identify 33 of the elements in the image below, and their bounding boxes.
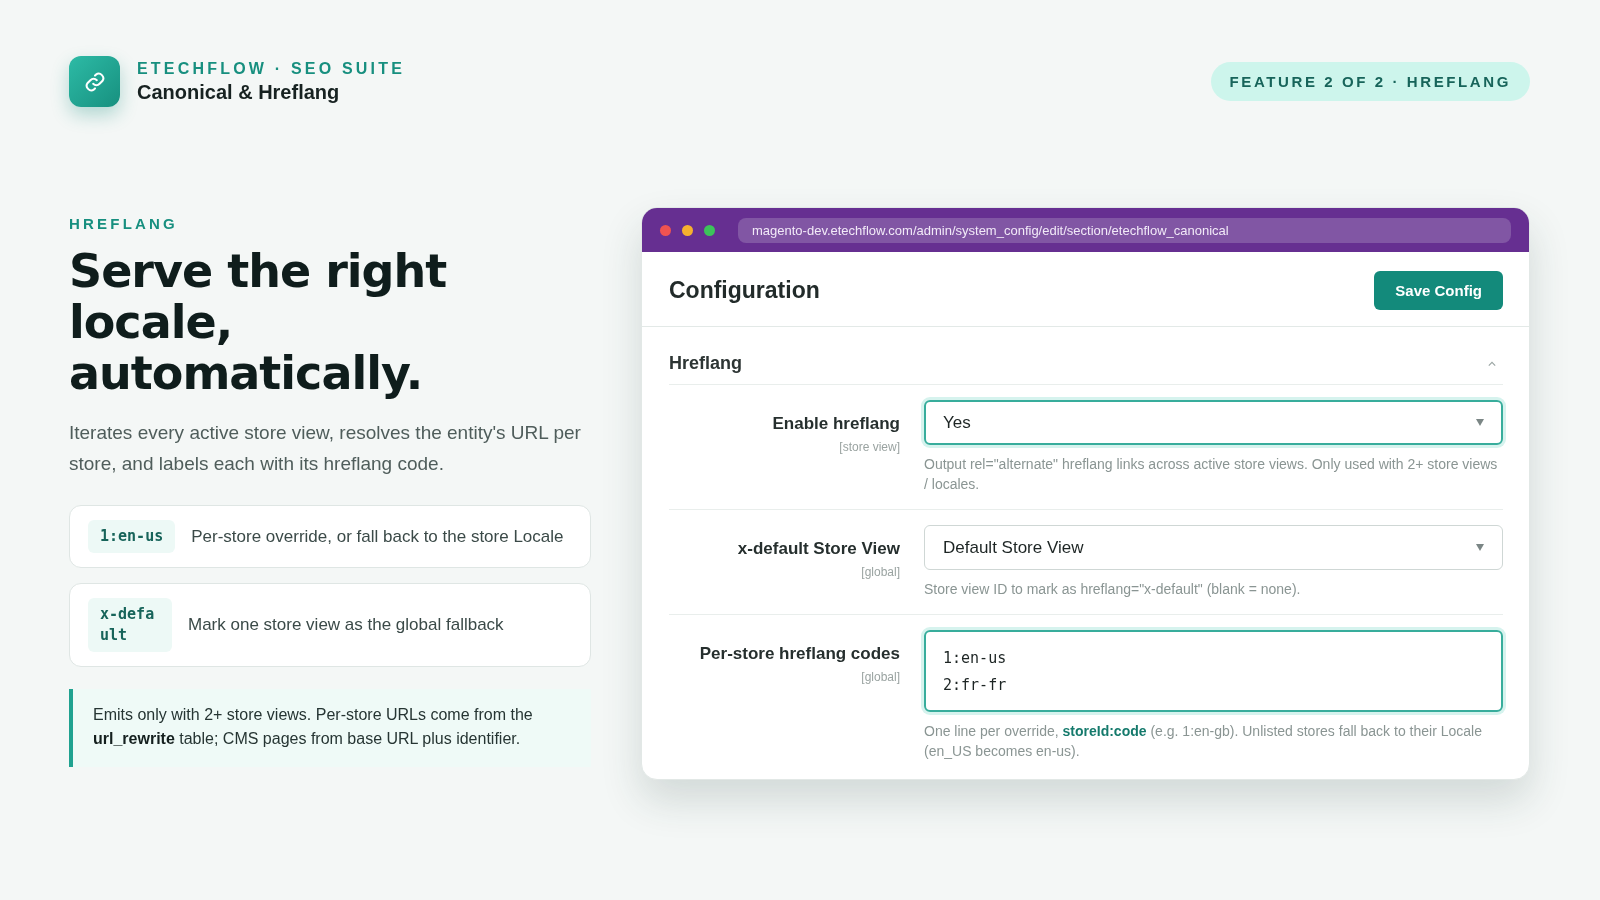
field-label: Per-store hreflang codes: [698, 644, 900, 664]
dropdown-field[interactable]: Yes: [924, 400, 1503, 445]
section-eyebrow: HREFLANG: [69, 215, 179, 232]
code-chip: x-default: [88, 598, 172, 652]
headline: Serve the right locale, automatically.: [69, 246, 448, 399]
point-text: Per-store override, or fall back to the store Locale: [191, 526, 564, 547]
caret-icon: [1476, 544, 1484, 551]
dropdown-field[interactable]: Default Store View: [924, 525, 1503, 570]
feature-badge: FEATURE 2 OF 2 · HREFLANG: [1210, 62, 1530, 101]
field-hint: Store view ID to mark as hreflang="x-default" (blank = none).: [924, 580, 1302, 599]
field-label: Enable hreflang: [771, 414, 900, 434]
window-control-dot[interactable]: [682, 224, 693, 236]
text-area[interactable]: 1:en-us 2:fr-fr: [924, 630, 1503, 712]
scope-label: [store view]: [838, 440, 900, 454]
point-text: Mark one store view as the global fallback: [188, 615, 504, 635]
address-bar[interactable]: magento-dev.etechflow.com/admin/system_config/edit/section/etechflow_canonical: [738, 217, 1511, 243]
note-callout: Emits only with 2+ store views. Per-store URLs come from the url_rewrite table; CMS pages from base URL plus identifier.: [69, 689, 591, 767]
caret-icon: [1476, 419, 1484, 426]
link-icon: [83, 70, 106, 93]
field-hint: Output rel="alternate" hreflang links across active store views. Only used with 2+ store views / locales.: [924, 455, 1499, 494]
save-config-button[interactable]: Save Config: [1374, 271, 1503, 310]
scope-label: [global]: [860, 670, 900, 684]
field-label: x-default Store View: [736, 539, 900, 559]
code-chip: 1:en-us: [88, 520, 176, 553]
section-title[interactable]: Hreflang: [669, 353, 742, 374]
window-control-dot[interactable]: [704, 224, 715, 236]
brand-eyebrow: ETECHFLOW · SEO SUITE: [137, 59, 406, 78]
scope-label: [global]: [860, 565, 900, 579]
description: Iterates every active store view, resolves the entity's URL per store, and labels each with its hreflang code.: [69, 421, 582, 476]
page-title: Configuration: [669, 277, 820, 304]
field-hint: One line per override, storeId:code (e.g. 1:en-gb). Unlisted stores fall back to their Locale (en_US becomes en-us).: [924, 722, 1483, 761]
window-control-dot[interactable]: [660, 224, 671, 236]
brand-title: Canonical & Hreflang: [137, 80, 341, 104]
